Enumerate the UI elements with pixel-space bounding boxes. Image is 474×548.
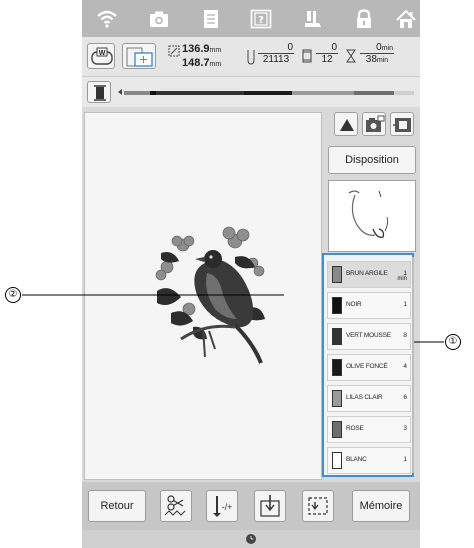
clock-icon (246, 534, 256, 544)
thread-name: VERT MOUSSE (346, 332, 391, 339)
camera-icon[interactable] (148, 9, 170, 29)
embroidery-area-icon (126, 47, 153, 67)
color-count-icon (302, 49, 312, 63)
thread-name: ROSE (346, 425, 364, 432)
spool-icon (94, 85, 106, 101)
triangle-up-icon (340, 119, 354, 131)
size-width: 136.9mm (182, 43, 222, 55)
wifi-icon[interactable] (96, 9, 118, 29)
color-counter: 0 12 (316, 42, 338, 65)
thread-name: NOIR (346, 301, 362, 308)
start-point-icon (260, 495, 280, 517)
thread-swatch (332, 297, 342, 314)
move-up-button[interactable] (334, 112, 358, 136)
svg-text:-/+: -/+ (222, 502, 233, 512)
callout-2-label: ② (5, 287, 21, 303)
thread-swatch (332, 390, 342, 407)
thread-color-button[interactable] (87, 81, 111, 103)
stitch-count-icon (247, 50, 255, 65)
top-toolbar: ? (82, 0, 420, 37)
list-item[interactable]: LILAS CLAIR 6 (327, 385, 411, 412)
thread-swatch (332, 421, 342, 438)
thread-swatch (332, 359, 342, 376)
info-bar: W 136.9mm 148.7mm 0 21113 0 12 0min 38mi… (82, 37, 420, 77)
hoop-view-icon (393, 118, 411, 132)
time-unit: min (397, 276, 407, 282)
stitch-counter: 0 21113 (258, 42, 294, 65)
thread-name: OLIVE FONCÉ (346, 363, 388, 370)
thread-count: 1 (403, 456, 407, 463)
scissors-icon (164, 495, 186, 516)
thread-cut-button[interactable] (160, 490, 192, 522)
list-scrollbar[interactable] (412, 257, 414, 473)
thread-count: 1 (403, 301, 407, 308)
stitch-progress-bar[interactable] (118, 88, 416, 100)
trial-button[interactable] (302, 490, 334, 522)
embroidery-frame-icon: W (91, 47, 113, 65)
embroidery-area-button[interactable] (122, 43, 156, 69)
disposition-button[interactable]: Disposition (328, 146, 416, 174)
needle-tension-icon: -/+ (213, 496, 233, 517)
lock-icon[interactable] (353, 9, 375, 29)
svg-text:?: ? (258, 15, 264, 26)
list-item[interactable]: ROSE 3 (327, 416, 411, 443)
list-item[interactable]: BRUN ARGILE 1 min (327, 261, 411, 288)
frame-label: W (99, 50, 106, 57)
thread-count: 6 (403, 394, 407, 401)
bottom-bar: Retour -/+ Mémoire (82, 482, 420, 530)
thread-swatch (332, 452, 342, 469)
thread-swatch (332, 328, 342, 345)
thread-count: 8 (403, 332, 407, 339)
thread-name: BLANC (346, 456, 367, 463)
presser-foot-icon[interactable] (302, 9, 324, 29)
embroidery-screen: ? W 136.9mm 148.7mm 0 21113 0 12 0min 38… (82, 0, 420, 548)
tension-button[interactable]: -/+ (206, 490, 238, 522)
time-counter: 0min 38min (360, 42, 394, 65)
thread-name: BRUN ARGILE (346, 270, 388, 277)
size-icon (168, 45, 180, 57)
help-icon[interactable]: ? (250, 9, 272, 29)
list-item[interactable]: NOIR 1 (327, 292, 411, 319)
thread-count: 4 (403, 363, 407, 370)
hourglass-icon (346, 49, 356, 63)
thread-swatch (332, 266, 342, 283)
callout-2-line (22, 294, 284, 296)
list-item[interactable]: VERT MOUSSE 8 (327, 323, 411, 350)
camera-scan-button[interactable] (362, 112, 386, 136)
document-icon[interactable] (200, 9, 222, 29)
outline-preview-image (348, 190, 389, 238)
stitch-preview (328, 180, 416, 252)
thread-name: LILAS CLAIR (346, 394, 383, 401)
hoop-view-button[interactable] (390, 112, 414, 136)
start-point-button[interactable] (254, 490, 286, 522)
size-height: 148.7mm (182, 57, 222, 69)
callout-1-label: ① (445, 334, 461, 350)
thread-color-list[interactable]: BRUN ARGILE 1 min NOIR 1 VERT MOUSSE 8 O… (322, 253, 414, 477)
home-icon[interactable] (395, 9, 417, 29)
camera-scan-icon (366, 115, 385, 132)
list-item[interactable]: BLANC 1 (327, 447, 411, 474)
trial-frame-icon (308, 497, 328, 515)
back-button[interactable]: Retour (88, 490, 146, 522)
callout-1-line (414, 341, 444, 343)
progress-area (82, 77, 420, 107)
thread-count: 3 (403, 425, 407, 432)
status-bar (82, 530, 420, 548)
memory-button[interactable]: Mémoire (352, 490, 410, 522)
list-item[interactable]: OLIVE FONCÉ 4 (327, 354, 411, 381)
frame-type-button[interactable]: W (87, 43, 115, 69)
